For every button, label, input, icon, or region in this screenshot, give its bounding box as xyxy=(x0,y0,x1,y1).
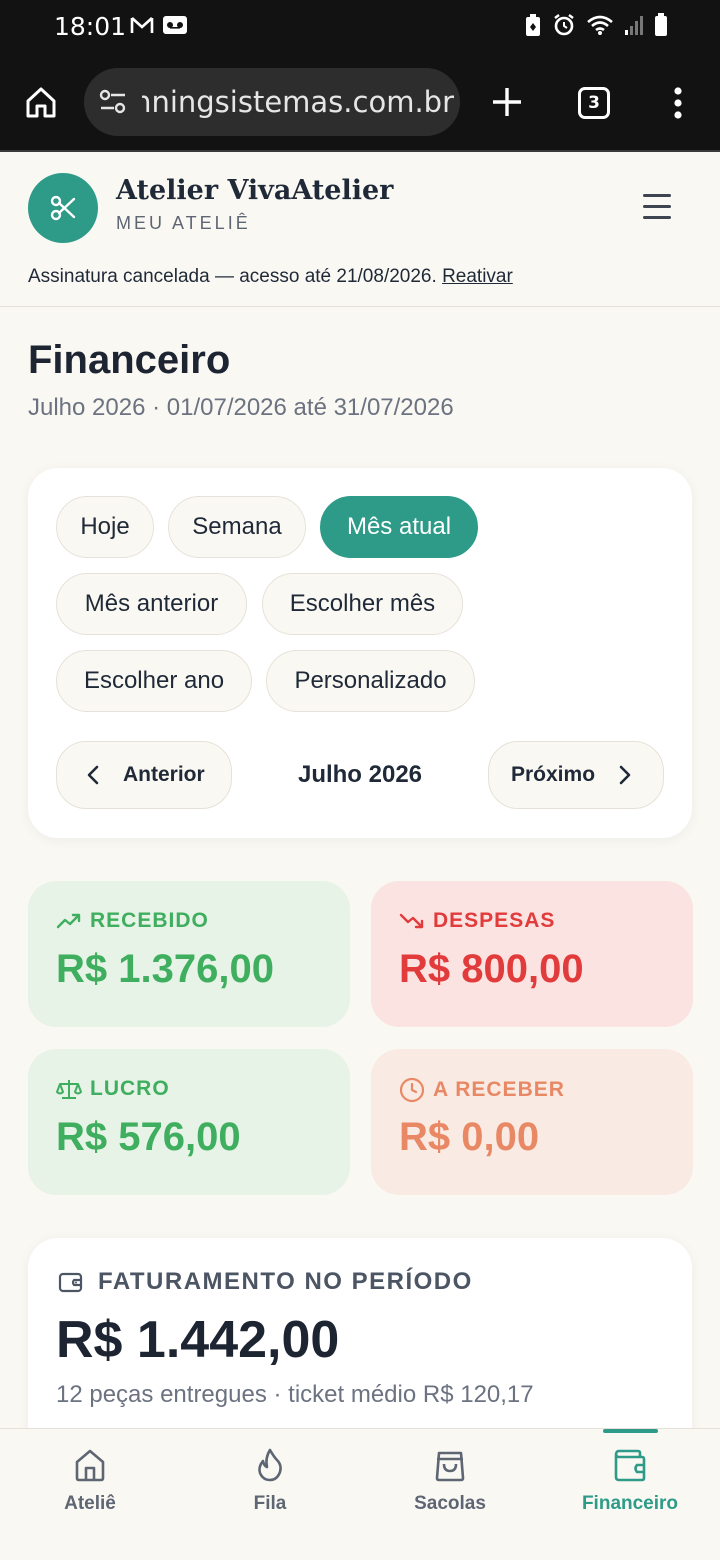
menu-icon[interactable] xyxy=(643,194,671,220)
url-text: nningsistemas.com.br xyxy=(142,85,454,119)
previous-period-button[interactable]: Anterior xyxy=(56,741,232,809)
previous-label: Anterior xyxy=(123,763,205,786)
wifi-icon xyxy=(587,15,613,35)
trending-down-icon xyxy=(399,913,424,929)
status-bar: 18:01 xyxy=(0,0,720,52)
stat-value-despesas: R$ 800,00 xyxy=(399,947,584,991)
clock-icon xyxy=(399,1077,425,1103)
battery-saver-icon xyxy=(526,14,540,36)
new-tab-icon[interactable] xyxy=(490,85,524,119)
browser-toolbar: nningsistemas.com.br 3 xyxy=(0,52,720,152)
stat-card-recebido: RECEBIDO R$ 1.376,00 xyxy=(28,881,350,1027)
status-time: 18:01 xyxy=(54,12,127,41)
notice-text: Assinatura cancelada — acesso até 21/08/… xyxy=(28,266,437,287)
wallet-icon xyxy=(614,1449,646,1482)
voicemail-icon xyxy=(163,16,187,34)
chip-escolher-ano[interactable]: Escolher ano xyxy=(56,650,252,712)
more-vert-icon[interactable] xyxy=(672,86,684,120)
app-header: Atelier VivaAtelier MEU ATELIÊ Assinatur… xyxy=(0,153,720,307)
faturamento-label: FATURAMENTO NO PERÍODO xyxy=(98,1268,473,1295)
stat-label-despesas: DESPESAS xyxy=(433,909,556,932)
nav-label-fila: Fila xyxy=(253,1493,287,1514)
home-icon xyxy=(75,1449,105,1482)
stat-card-a-receber: A RECEBER R$ 0,00 xyxy=(371,1049,693,1195)
chip-mes-anterior[interactable]: Mês anterior xyxy=(56,573,247,635)
signal-icon xyxy=(625,16,643,35)
next-label: Próximo xyxy=(511,763,596,786)
url-bar[interactable]: nningsistemas.com.br xyxy=(84,68,460,136)
gmail-icon xyxy=(130,17,154,33)
tab-switcher-button[interactable]: 3 xyxy=(578,87,610,119)
trending-up-icon xyxy=(56,913,81,929)
scale-icon xyxy=(56,1080,82,1099)
stat-card-lucro: LUCRO R$ 576,00 xyxy=(28,1049,350,1195)
current-period-label: Julho 2026 xyxy=(297,761,423,788)
wallet-icon xyxy=(58,1272,83,1293)
flame-icon xyxy=(258,1448,282,1482)
site-settings-icon[interactable] xyxy=(98,88,128,116)
chip-hoje[interactable]: Hoje xyxy=(56,496,154,558)
shopping-bag-icon xyxy=(435,1451,465,1482)
stat-value-lucro: R$ 576,00 xyxy=(56,1115,241,1159)
next-period-button[interactable]: Próximo xyxy=(488,741,664,809)
nav-label-sacolas: Sacolas xyxy=(414,1493,486,1514)
nav-label-atelie: Ateliê xyxy=(64,1493,116,1514)
reactivate-link[interactable]: Reativar xyxy=(442,266,513,287)
chevron-left-icon xyxy=(87,765,99,785)
battery-icon xyxy=(655,13,667,36)
brand-subtitle: MEU ATELIÊ xyxy=(116,213,251,233)
chip-semana[interactable]: Semana xyxy=(168,496,306,558)
logo[interactable] xyxy=(28,173,98,243)
period-filter-card: Hoje Semana Mês atual Mês anterior Escol… xyxy=(28,468,692,838)
nav-label-financeiro: Financeiro xyxy=(581,1493,679,1514)
stat-label-recebido: RECEBIDO xyxy=(90,909,209,932)
page-subtitle: Julho 2026 · 01/07/2026 até 31/07/2026 xyxy=(28,394,454,421)
nav-item-financeiro[interactable]: Financeiro xyxy=(540,1429,720,1529)
nav-item-sacolas[interactable]: Sacolas xyxy=(360,1429,540,1529)
stat-value-a-receber: R$ 0,00 xyxy=(399,1115,540,1159)
page-title: Financeiro xyxy=(28,338,231,382)
nav-item-fila[interactable]: Fila xyxy=(180,1429,360,1529)
brand-name: Atelier VivaAtelier xyxy=(116,175,394,206)
chip-escolher-mes[interactable]: Escolher mês xyxy=(262,573,463,635)
scissors-icon xyxy=(50,195,76,221)
stat-card-despesas: DESPESAS R$ 800,00 xyxy=(371,881,693,1027)
nav-item-atelie[interactable]: Ateliê xyxy=(0,1429,180,1529)
chip-personalizado[interactable]: Personalizado xyxy=(266,650,475,712)
bottom-navigation: Ateliê Fila Sacolas Financeiro xyxy=(0,1428,720,1560)
home-icon[interactable] xyxy=(24,85,58,119)
subscription-notice: Assinatura cancelada — acesso até 21/08/… xyxy=(28,266,513,288)
stat-label-a-receber: A RECEBER xyxy=(433,1078,565,1101)
stat-value-recebido: R$ 1.376,00 xyxy=(56,947,274,991)
chevron-right-icon xyxy=(619,765,631,785)
chip-mes-atual[interactable]: Mês atual xyxy=(320,496,478,558)
faturamento-value: R$ 1.442,00 xyxy=(56,1311,340,1369)
faturamento-detail: 12 peças entregues · ticket médio R$ 120… xyxy=(56,1381,534,1408)
alarm-icon xyxy=(554,14,574,36)
stat-label-lucro: LUCRO xyxy=(90,1077,170,1100)
tab-count: 3 xyxy=(588,93,600,113)
